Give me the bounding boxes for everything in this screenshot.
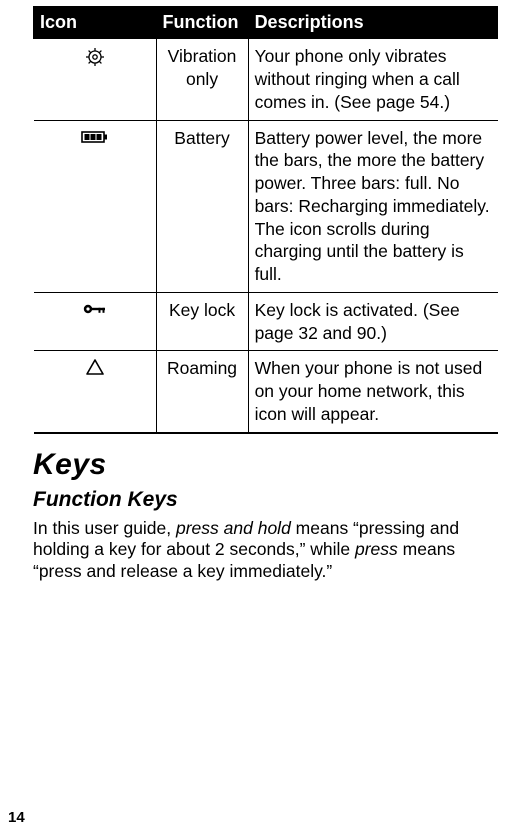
table-row: Battery Battery power level, the more th…	[34, 120, 498, 292]
description-cell: Key lock is activated. (See page 32 and …	[248, 292, 497, 351]
table-row: Roaming When your phone is not used on y…	[34, 351, 498, 433]
header-icon: Icon	[34, 7, 157, 39]
description-cell: Your phone only vibrates without ringing…	[248, 39, 497, 120]
term-press-and-hold: press and hold	[176, 518, 291, 538]
function-cell: Key lock	[156, 292, 248, 351]
body-paragraph: In this user guide, press and hold means…	[33, 518, 498, 583]
description-cell: When your phone is not used on your home…	[248, 351, 497, 433]
vibration-only-icon	[85, 47, 105, 67]
header-descriptions: Descriptions	[248, 7, 497, 39]
body-text: In this user guide,	[33, 518, 176, 538]
function-keys-heading: Function Keys	[33, 488, 498, 512]
term-press: press	[355, 539, 398, 559]
page-number: 14	[8, 809, 25, 826]
function-cell: Roaming	[156, 351, 248, 433]
table-row: Key lock Key lock is activated. (See pag…	[34, 292, 498, 351]
header-function: Function	[156, 7, 248, 39]
function-cell: Battery	[156, 120, 248, 292]
key-lock-icon	[82, 302, 108, 316]
description-cell: Battery power level, the more the bars, …	[248, 120, 497, 292]
keys-heading: Keys	[33, 448, 498, 482]
table-row: Vibration only Your phone only vibrates …	[34, 39, 498, 120]
function-cell: Vibration only	[156, 39, 248, 120]
icon-table: Icon Function Descriptions	[33, 6, 498, 434]
roaming-icon	[86, 359, 104, 375]
battery-icon	[81, 130, 109, 144]
